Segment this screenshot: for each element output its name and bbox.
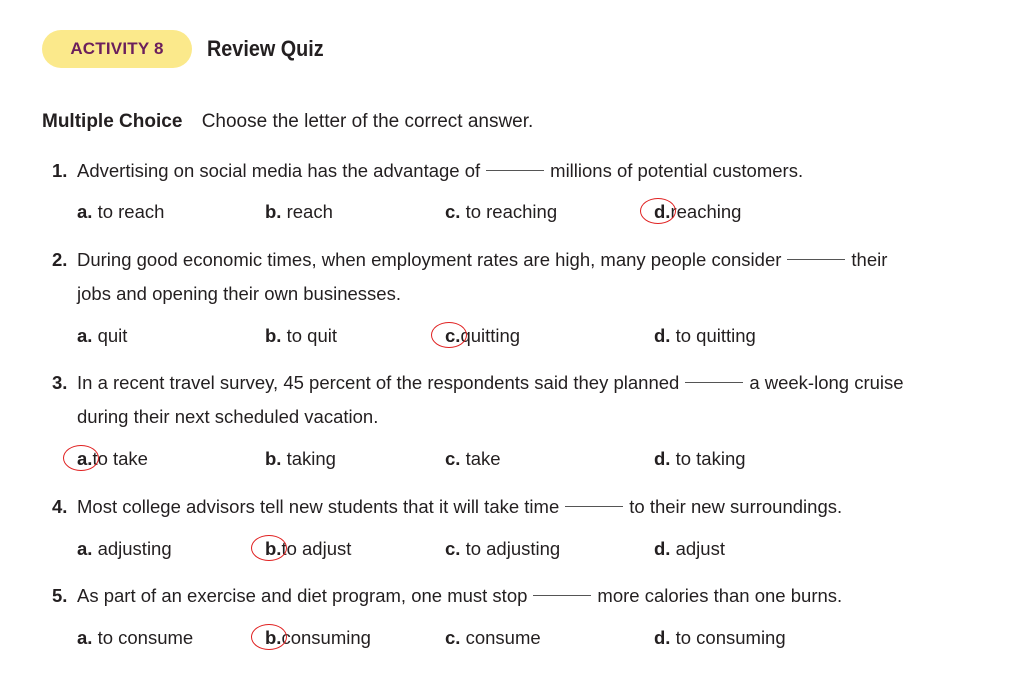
option-letter: d. [654,325,671,346]
option-letter: a. [77,538,93,559]
question-1: 1. Advertising on social media has the ad… [52,154,972,188]
option-c[interactable]: c. to reaching [445,197,557,227]
question-text-after: to their new surroundings. [629,496,843,517]
option-text: adjust [675,538,725,559]
section-intro: Multiple Choice Choose the letter of the… [42,111,533,133]
question-number: 2. [52,249,68,270]
question-number: 3. [52,372,68,393]
question-number: 4. [52,496,68,517]
option-a[interactable]: a. to consume [77,623,193,653]
option-a[interactable]: a. to reach [77,197,164,227]
option-text: to taking [675,448,746,469]
option-d[interactable]: d. to taking [654,444,746,474]
option-d[interactable]: d.reaching [640,197,742,227]
option-letter: c. [445,627,461,648]
option-letter: b. [265,325,282,346]
question-number: 1. [52,160,68,181]
option-letter: c. [445,201,461,222]
activity-header: ACTIVITY 8 Review Quiz [42,30,337,68]
question-4: 4. Most college advisors tell new student… [52,490,972,524]
answer-blank [787,259,846,260]
option-letter: a. [77,325,93,346]
section-heading: Multiple Choice [42,111,183,132]
option-text: take [465,448,501,469]
option-letter: b. [265,201,282,222]
question-text-after: a week-long cruise [749,372,904,393]
option-c[interactable]: c. consume [445,623,541,653]
question-5: 5. As part of an exercise and diet progra… [52,579,972,613]
answer-circle [251,624,287,650]
question-text: Advertising on social media has the adva… [77,160,481,181]
answer-circle [251,535,287,561]
option-text: to quit [286,325,337,346]
option-text: to quitting [675,325,756,346]
option-text: to adjust [281,538,352,559]
answer-blank [486,170,545,171]
option-text: consuming [281,627,371,648]
question-number: 5. [52,585,68,606]
option-text: quitting [460,325,521,346]
option-text: consume [465,627,541,648]
answer-circle [431,322,467,348]
section-instruction: Choose the letter of the correct answer. [201,111,534,132]
option-c[interactable]: c.quitting [431,321,521,351]
question-2: 2. During good economic times, when emplo… [52,243,972,311]
question-text: Most college advisors tell new students … [77,496,560,517]
option-letter: d. [654,627,671,648]
option-text: reach [286,201,333,222]
question-text: As part of an exercise and diet program,… [77,585,528,606]
option-text: reaching [670,201,742,222]
option-d[interactable]: d. to consuming [654,623,786,653]
option-text: to take [92,448,148,469]
option-a[interactable]: a.to take [63,444,148,474]
answer-circle [640,198,676,224]
answer-blank [533,595,592,596]
question-text-after: their [851,249,888,270]
option-a[interactable]: a. quit [77,321,127,351]
answer-blank [685,382,744,383]
option-text: to reaching [465,201,558,222]
option-text: to reach [97,201,165,222]
option-letter: b. [265,448,282,469]
question-text-continued: jobs and opening their own businesses. [77,283,401,304]
option-text: to consuming [675,627,786,648]
option-letter: d. [654,538,671,559]
option-letter: c. [445,448,461,469]
option-b[interactable]: b. to quit [265,321,337,351]
option-d[interactable]: d. to quitting [654,321,756,351]
question-text-continued: during their next scheduled vacation. [77,406,379,427]
option-b[interactable]: b. taking [265,444,336,474]
option-d[interactable]: d. adjust [654,534,725,564]
option-a[interactable]: a. adjusting [77,534,172,564]
question-3: 3. In a recent travel survey, 45 percent … [52,366,972,434]
page-title: Review Quiz [207,36,324,61]
option-letter: a. [77,627,93,648]
option-letter: a. [77,201,93,222]
question-text-after: more calories than one burns. [597,585,843,606]
option-text: quit [97,325,128,346]
answer-circle [63,445,99,471]
option-text: adjusting [97,538,172,559]
option-letter: d. [654,448,671,469]
answer-blank [565,506,624,507]
question-text: In a recent travel survey, 45 percent of… [77,372,680,393]
option-c[interactable]: c. take [445,444,501,474]
option-text: to consume [97,627,194,648]
question-text: During good economic times, when employm… [77,249,782,270]
option-c[interactable]: c. to adjusting [445,534,560,564]
option-b[interactable]: b. reach [265,197,333,227]
option-b[interactable]: b.to adjust [251,534,352,564]
option-text: taking [286,448,336,469]
option-letter: c. [445,538,461,559]
activity-badge: ACTIVITY 8 [42,30,192,68]
question-text-after: millions of potential customers. [550,160,804,181]
option-text: to adjusting [465,538,561,559]
option-b[interactable]: b.consuming [251,623,371,653]
